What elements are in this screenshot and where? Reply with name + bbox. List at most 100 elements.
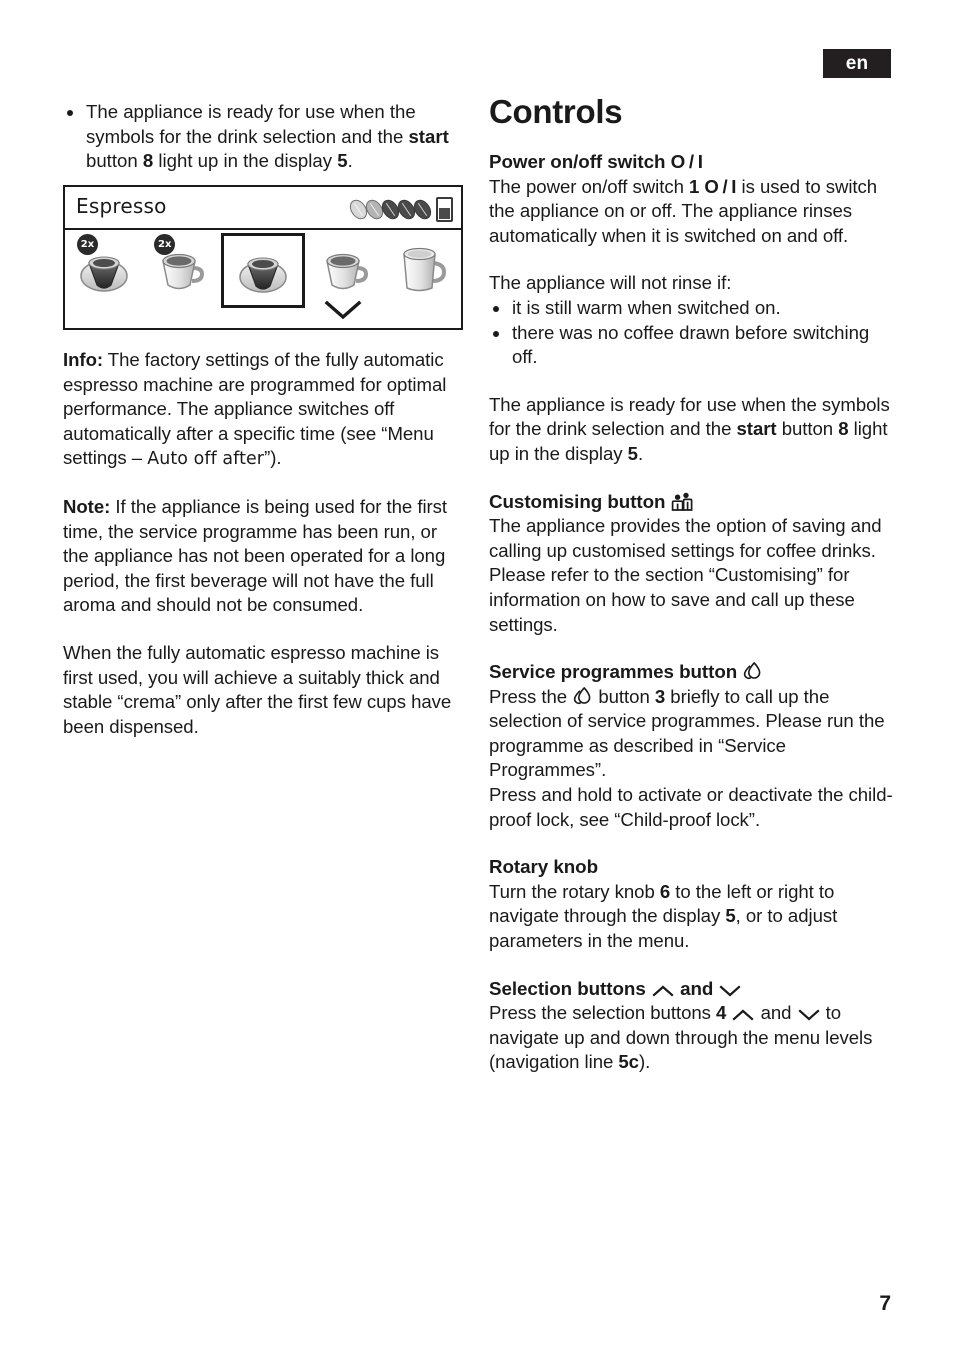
ref-5: 5 [725, 905, 736, 927]
power-switch-ref: 1 O / I [689, 175, 737, 197]
cup-fill-icon [436, 197, 453, 222]
note-text: If the appliance is being used for the f… [63, 495, 448, 616]
drink-option-large-coffee[interactable] [384, 230, 461, 310]
bullet-dot [67, 110, 73, 116]
small-cup-icon [236, 245, 290, 297]
list-item-label: there was no coffee drawn before switchi… [512, 321, 870, 368]
ref-5c: 5c [618, 1051, 639, 1073]
coffee-bean-icon [410, 196, 435, 223]
customising-body: The appliance provides the option of sav… [489, 515, 882, 635]
rotary-knob-body: Turn the rotary knob 6 to the left or ri… [489, 880, 893, 954]
power-switch-body-1: The power on/off switch 1 O / I is used … [489, 175, 893, 249]
text-run: Press the selection buttons [489, 1002, 717, 1024]
ref-8: 8 [838, 418, 849, 440]
list-item-label: it is still warm when switched on. [512, 296, 781, 318]
mug-icon [395, 244, 449, 296]
page-number: 7 [879, 1292, 891, 1315]
list-item: The appliance is ready for use when the … [63, 100, 465, 174]
people-icon [671, 492, 693, 511]
service-programmes-body-1: Press the button 3 briefly to call up th… [489, 685, 893, 783]
display-title: Espresso [76, 194, 167, 218]
drink-option-coffee-double[interactable]: 2x [142, 230, 219, 310]
text-run: button [776, 418, 839, 440]
intro-text-part3: light up in the display [153, 150, 338, 172]
section-heading-selection-buttons: Selection buttons and [489, 977, 893, 1002]
text-run: ). [638, 1051, 651, 1073]
drink-option-coffee[interactable] [307, 230, 384, 310]
power-symbol: O / I [670, 151, 703, 172]
left-column-body: Info: The factory settings of the fully … [63, 348, 465, 762]
cup-icon [318, 244, 372, 296]
text-run: Press the [489, 685, 573, 707]
intro-bullet-list: The appliance is ready for use when the … [63, 100, 465, 174]
rinse-exception-list: it is still warm when switched on. there… [489, 296, 893, 370]
intro-start-bold: start [408, 125, 449, 147]
drink-option-espresso-double[interactable]: 2x [65, 230, 142, 310]
section-rotary-knob: Rotary knob Turn the rotary knob 6 to th… [489, 855, 893, 953]
selection-buttons-body: Press the selection buttons 4 and to nav… [489, 1001, 893, 1075]
chevron-down-icon [718, 983, 742, 998]
heading-text: Selection buttons [489, 977, 646, 999]
display-header: Espresso [65, 187, 461, 230]
page-title: Controls [489, 93, 623, 130]
text-run: and [755, 1002, 797, 1024]
ref-6: 6 [659, 880, 671, 902]
ref-5: 5 [627, 442, 638, 464]
language-badge: en [823, 49, 891, 78]
badge-2x: 2x [77, 234, 98, 255]
ref-3: 3 [654, 685, 666, 707]
drink-selection-row: 2x 2x [65, 230, 461, 310]
info-menu-item: Auto off after [147, 449, 265, 470]
intro-text-part4: . [347, 150, 353, 172]
note-label: Note: [63, 495, 111, 517]
info-text-after: ”). [264, 447, 282, 469]
display-figure: Espresso 2x 2x [63, 185, 463, 330]
chevron-down-icon [324, 300, 362, 320]
intro-text-part2: button [86, 150, 143, 172]
section-heading-service-programmes: Service programmes button [489, 660, 893, 685]
right-column: Controls Power on/off switch O / I The p… [489, 94, 893, 1098]
bullet-dot [493, 330, 499, 337]
list-item: there was no coffee drawn before switchi… [489, 321, 893, 370]
info-label: Info: [63, 349, 104, 370]
text-run: . [637, 442, 644, 464]
start-button-ref: start [736, 418, 777, 440]
crema-paragraph: When the fully automatic espresso machin… [63, 641, 452, 737]
heading-text: Customising button [489, 490, 666, 512]
text-run: The power on/off switch [489, 175, 689, 197]
section-heading-power-switch: Power on/off switch O / I [489, 150, 893, 175]
power-switch-body-2: The appliance will not rinse if: [489, 272, 732, 294]
list-item: it is still warm when switched on. [489, 296, 893, 321]
scroll-down-chevron[interactable] [323, 299, 363, 326]
power-switch-body-3: The appliance is ready for use when the … [489, 393, 893, 467]
document-page: en The appliance is ready for use when t… [0, 0, 954, 1354]
intro-ref-8: 8 [142, 150, 154, 172]
section-customising-button: Customising button The appliance provide… [489, 490, 893, 638]
drink-option-espresso-selected[interactable] [221, 233, 305, 308]
service-programmes-body-2: Press and hold to activate or deactivate… [489, 784, 893, 830]
heading-text: Power on/off switch [489, 151, 666, 172]
text-run: Turn the rotary knob [489, 880, 660, 902]
section-selection-buttons: Selection buttons and Press the selectio… [489, 977, 893, 1075]
droplet-icon [742, 661, 763, 681]
coffee-strength-indicator [346, 196, 453, 223]
droplet-icon [572, 686, 593, 706]
intro-text-part1: The appliance is ready for use when the … [86, 101, 416, 147]
left-column: The appliance is ready for use when the … [63, 100, 465, 174]
intro-ref-5: 5 [337, 150, 348, 172]
ref-4: 4 [716, 1002, 727, 1024]
section-service-programmes: Service programmes button Press the butt… [489, 660, 893, 832]
chevron-up-icon [651, 983, 675, 998]
bullet-dot [493, 305, 499, 312]
chevron-down-icon [797, 1007, 821, 1022]
section-power-switch: Power on/off switch O / I The power on/o… [489, 150, 893, 467]
chevron-up-icon [731, 1007, 755, 1022]
display-body: 2x 2x [65, 230, 461, 328]
heading-text: Service programmes button [489, 661, 738, 683]
info-paragraph: Info: The factory settings of the fully … [63, 348, 465, 472]
section-heading-customising: Customising button [489, 490, 893, 515]
section-heading-rotary-knob: Rotary knob [489, 856, 599, 878]
heading-and: and [680, 977, 714, 999]
text-run: button [593, 685, 655, 707]
note-paragraph: Note: If the appliance is being used for… [63, 495, 465, 618]
